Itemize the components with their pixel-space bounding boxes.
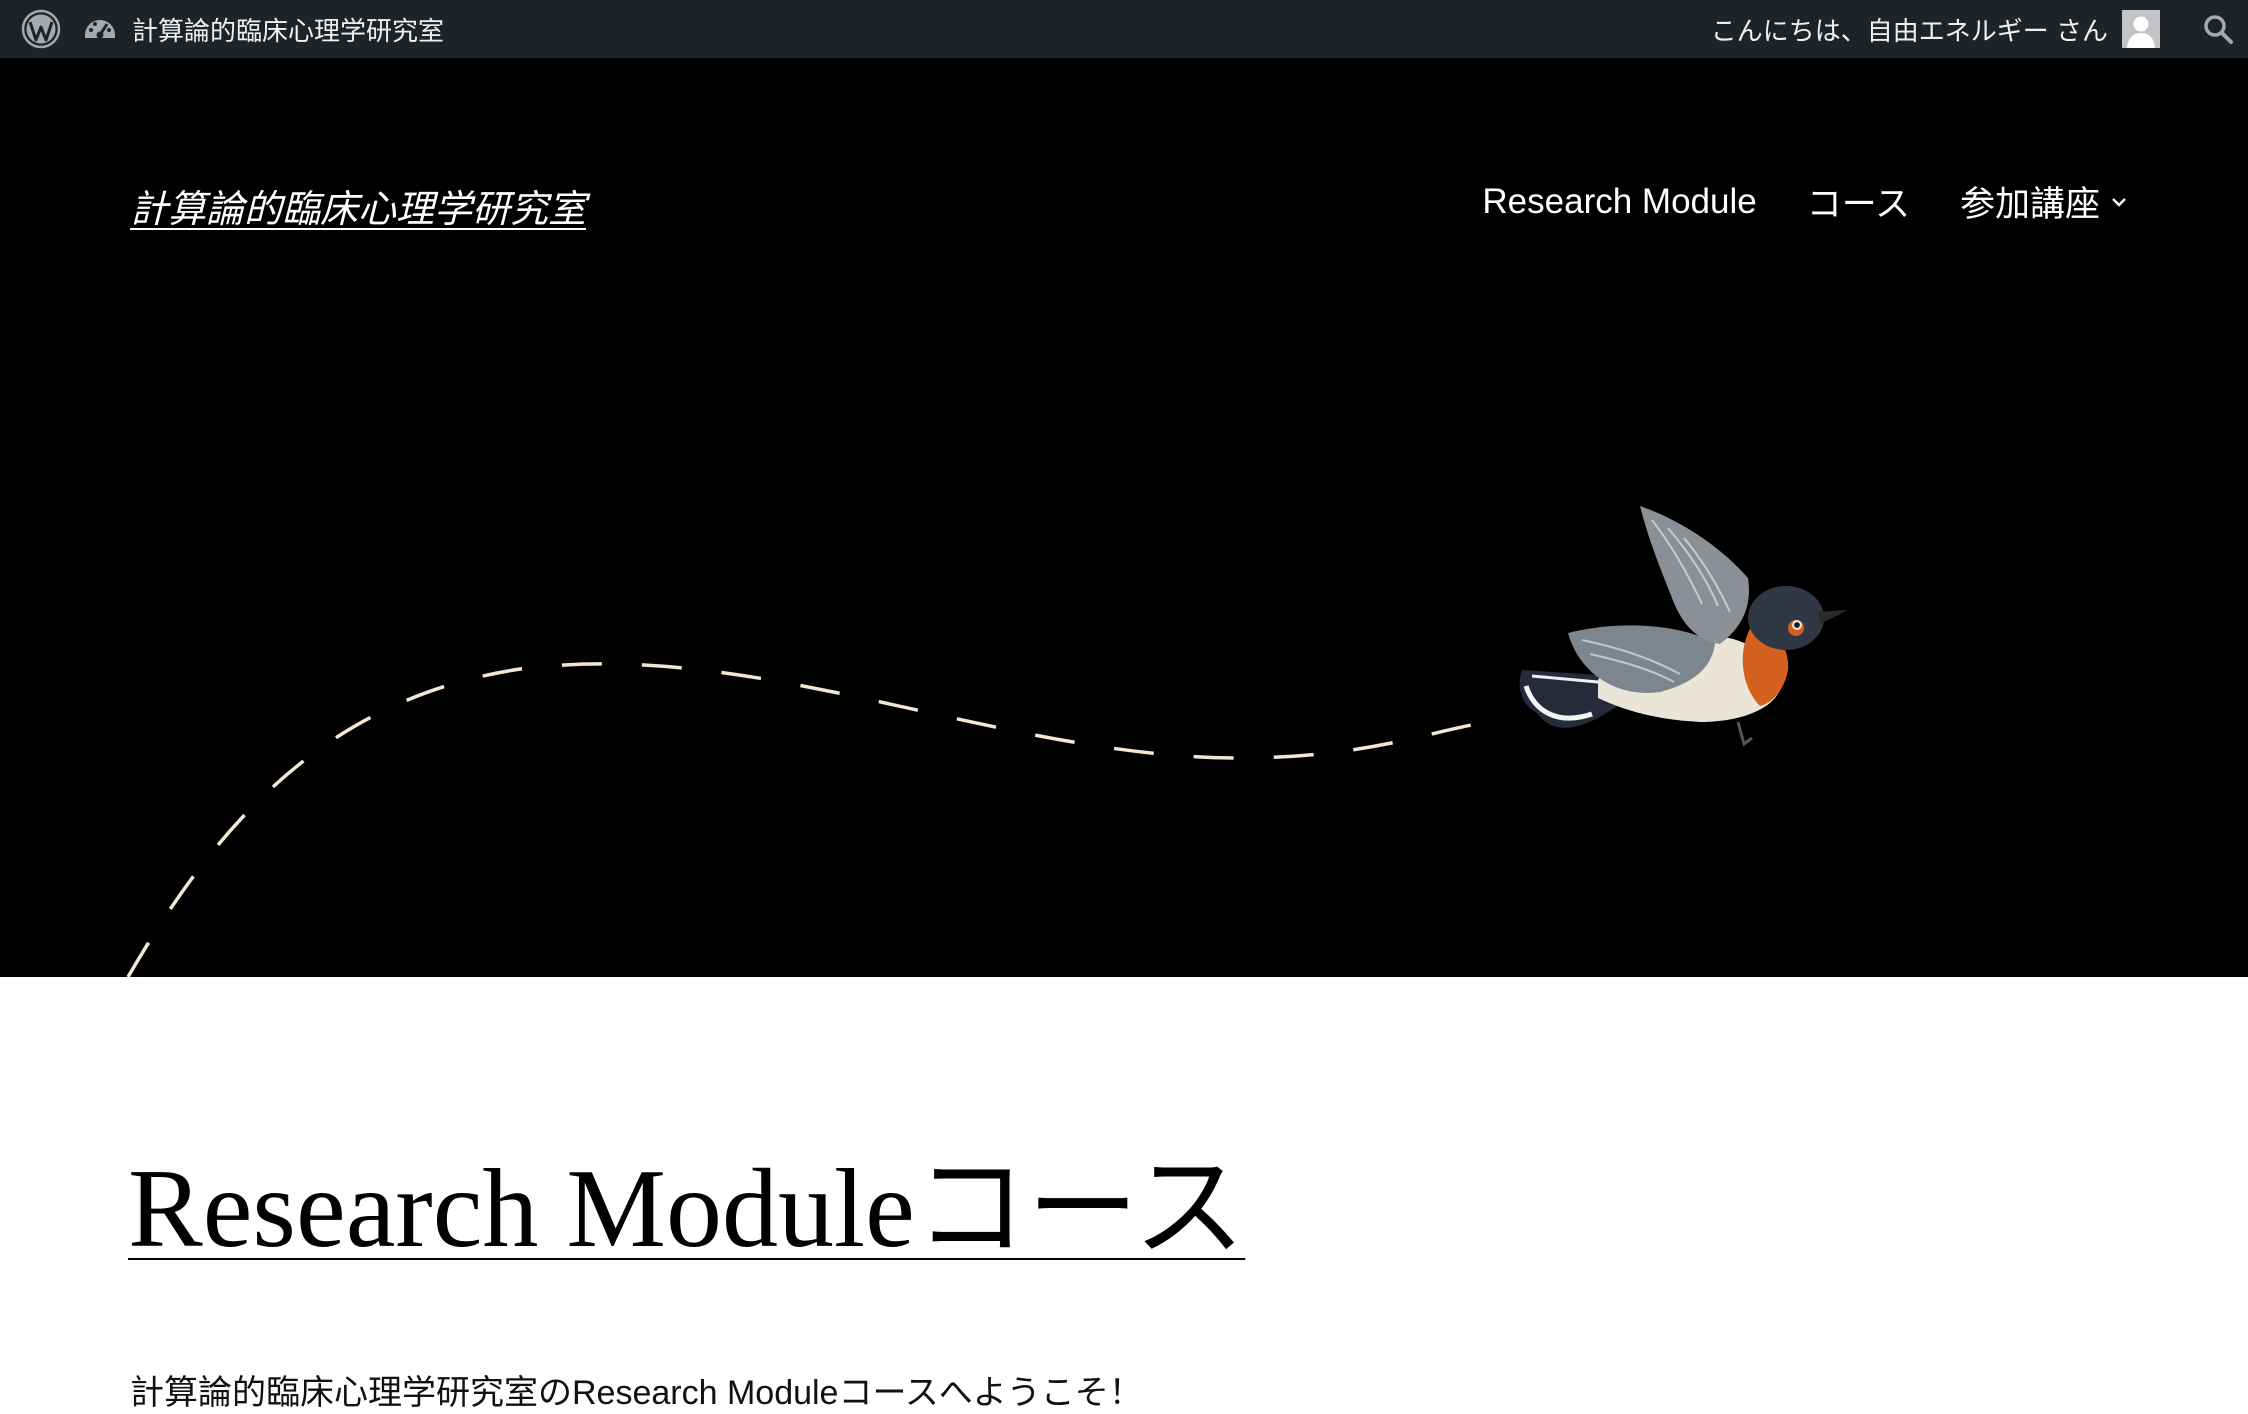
admin-bar-site-link[interactable]: 計算論的臨床心理学研究室: [82, 0, 444, 58]
site-header-hero: 計算論的臨床心理学研究室 Research Module コース 参加講座: [0, 58, 2248, 977]
site-title-link[interactable]: 計算論的臨床心理学研究室: [130, 178, 586, 233]
dashboard-icon: [85, 20, 115, 39]
admin-bar-right: こんにちは、自由エネルギー さん: [1711, 0, 2248, 58]
nav-item-label: コース: [1806, 185, 1910, 224]
bird-illustration: [1519, 506, 1848, 747]
main-content: Research Moduleコース 計算論的臨床心理学研究室のResearch…: [0, 977, 2248, 1414]
nav-item-enrolled-courses[interactable]: 参加講座: [1960, 176, 2128, 227]
my-account-link[interactable]: こんにちは、自由エネルギー さん: [1711, 0, 2122, 58]
chevron-down-icon[interactable]: [2110, 196, 2128, 208]
wordpress-logo-icon[interactable]: [0, 0, 82, 58]
nav-item-label: Research Module: [1482, 181, 1757, 221]
nav-item-courses[interactable]: コース: [1807, 176, 1910, 227]
page-title[interactable]: Research Moduleコース: [128, 1153, 1245, 1265]
user-avatar-icon[interactable]: [2122, 10, 2160, 48]
primary-navigation: Research Module コース 参加講座: [1482, 176, 2128, 227]
nav-item-label: 参加講座: [1959, 185, 2100, 224]
intro-paragraph: 計算論的臨床心理学研究室のResearch Moduleコースへようこそ！: [130, 1374, 1143, 1412]
search-icon[interactable]: [2188, 0, 2248, 58]
account-greeting: こんにちは、自由エネルギー さん: [1710, 15, 2108, 46]
nav-item-research-module[interactable]: Research Module: [1482, 182, 1756, 222]
admin-bar-left: 計算論的臨床心理学研究室: [0, 0, 444, 58]
dashed-flight-path: [126, 662, 1486, 977]
admin-bar-site-name: 計算論的臨床心理学研究室: [132, 15, 445, 46]
admin-bar: 計算論的臨床心理学研究室 こんにちは、自由エネルギー さん: [0, 0, 2248, 58]
